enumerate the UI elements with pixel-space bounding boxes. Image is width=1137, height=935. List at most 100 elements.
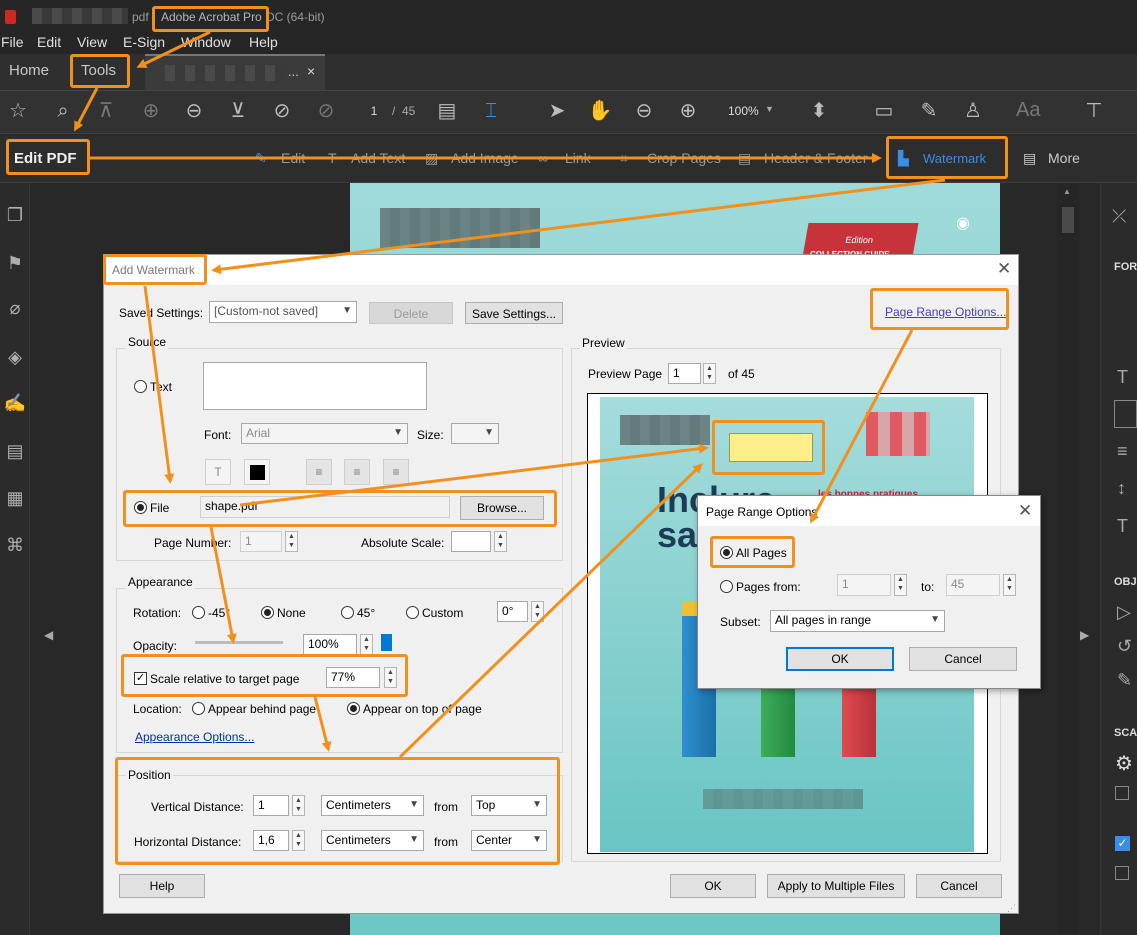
star-icon[interactable]: ☆ [5, 98, 31, 124]
text-format-button[interactable]: T [205, 459, 231, 485]
more-icon[interactable]: ▤ [1023, 150, 1036, 167]
location-top-radio[interactable] [347, 702, 360, 715]
select-cursor-icon[interactable]: ➤ [544, 98, 570, 124]
add-image-icon[interactable]: ▨ [425, 150, 438, 167]
settings-gear-icon[interactable]: ⚙ [1115, 751, 1133, 776]
link-button[interactable]: Link [565, 150, 591, 166]
pages-panel-icon[interactable]: ❐ [0, 205, 30, 226]
subset-select[interactable]: All pages in range ▼ [770, 610, 945, 632]
collapse-right-icon[interactable]: ▶ [1080, 628, 1089, 642]
tags-icon[interactable]: ⌘ [0, 535, 30, 556]
rotation-spinner[interactable]: ▲ ▼ [531, 601, 544, 622]
zoom-dropdown-icon[interactable]: ▼ [765, 104, 774, 114]
text-size-icon[interactable]: Aa [1016, 99, 1040, 122]
tab-home[interactable]: Home [9, 54, 49, 90]
content-panel-icon[interactable]: ▦ [0, 488, 30, 509]
saved-settings-select[interactable]: [Custom-not saved] ▼ [209, 301, 357, 323]
text-radio[interactable] [134, 380, 147, 393]
rotate-icon[interactable]: ↺ [1117, 636, 1132, 657]
pages-from-field[interactable]: 1 [837, 574, 891, 596]
header-footer-icon[interactable]: ▤ [738, 150, 751, 167]
align-left-button[interactable]: ≡ [306, 459, 332, 485]
next-page-icon[interactable]: ⊖ [181, 98, 207, 124]
rotation-custom-field[interactable]: 0° [497, 601, 528, 622]
zoom-out-icon[interactable]: ⊖ [631, 98, 657, 124]
opacity-slider-thumb[interactable] [381, 634, 392, 651]
text-recognition-icon[interactable]: ⊤ [1081, 98, 1107, 124]
back-icon[interactable]: ⊘ [269, 98, 295, 124]
right-checkbox-empty[interactable] [1115, 786, 1129, 800]
close-pane-icon[interactable]: ⤫ [1112, 206, 1126, 227]
scroll-mode-icon[interactable]: ⬍ [806, 98, 832, 124]
page-number-field[interactable]: 1 [240, 531, 282, 552]
comment-icon[interactable]: ▭ [871, 98, 897, 124]
size-select[interactable]: ▼ [451, 423, 499, 444]
vertical-scrollbar[interactable]: ▲ [1058, 183, 1078, 935]
pages-from-spinner[interactable]: ▲ ▼ [894, 574, 907, 596]
apply-multiple-files-button[interactable]: Apply to Multiple Files [767, 874, 905, 898]
page-number-spinner[interactable]: ▲ ▼ [285, 531, 298, 552]
first-page-icon[interactable]: ⊼ [93, 98, 119, 124]
opacity-spinner[interactable]: ▲ ▼ [360, 634, 373, 655]
page-number-input[interactable]: 1 [360, 104, 388, 118]
watermark-text-area[interactable] [203, 362, 427, 410]
find-icon[interactable]: ⌕ [50, 98, 76, 124]
opacity-field[interactable]: 100% [303, 634, 357, 655]
page-range-ok-button[interactable]: OK [786, 647, 894, 671]
bullet-list-icon[interactable] [1114, 400, 1137, 428]
dialog-close-icon[interactable]: ✕ [997, 259, 1011, 279]
page-thumbnail-icon[interactable]: ▤ [434, 98, 460, 124]
text-color-button[interactable] [244, 459, 270, 485]
last-page-icon[interactable]: ⊻ [225, 98, 251, 124]
add-text-button[interactable]: Add Text [351, 150, 405, 166]
header-footer-button[interactable]: Header & Footer [764, 150, 868, 166]
zoom-in-icon[interactable]: ⊕ [675, 98, 701, 124]
opacity-slider-track[interactable] [195, 641, 283, 644]
stamp-icon[interactable]: ♙ [960, 98, 986, 124]
scroll-thumb[interactable] [1062, 207, 1074, 233]
scroll-up-icon[interactable]: ▲ [1063, 187, 1071, 196]
add-text-icon[interactable]: T [328, 150, 337, 166]
rotation-none-radio[interactable] [261, 606, 274, 619]
save-settings-button[interactable]: Save Settings... [465, 302, 563, 324]
line-spacing-icon[interactable]: ↕ [1117, 478, 1126, 499]
more-button[interactable]: More [1048, 150, 1080, 166]
absolute-scale-spinner[interactable]: ▲ ▼ [494, 531, 507, 552]
menu-view[interactable]: View [77, 34, 107, 50]
help-button[interactable]: Help [119, 874, 205, 898]
page-range-close-icon[interactable]: ✕ [1018, 501, 1032, 521]
align-center-button[interactable]: ≡ [344, 459, 370, 485]
menu-file[interactable]: File [1, 34, 24, 50]
forward-icon[interactable]: ⊘ [313, 98, 339, 124]
align-right-button[interactable]: ≡ [383, 459, 409, 485]
cancel-button[interactable]: Cancel [916, 874, 1002, 898]
flip-icon[interactable]: ▷ [1117, 602, 1131, 623]
delete-button[interactable]: Delete [369, 302, 453, 324]
preview-page-field[interactable]: 1 [668, 363, 701, 384]
menu-esign[interactable]: E-Sign [123, 34, 165, 50]
collapse-left-icon[interactable]: ◀ [44, 628, 53, 642]
menu-window[interactable]: Window [181, 34, 231, 50]
rotation-minus45-radio[interactable] [192, 606, 205, 619]
edit-button[interactable]: Edit [281, 150, 305, 166]
close-tab-icon[interactable]: × [307, 63, 315, 79]
pages-to-spinner[interactable]: ▲ ▼ [1003, 574, 1016, 596]
resize-grip-icon[interactable]: ⋰ [1007, 903, 1016, 914]
menu-edit[interactable]: Edit [37, 34, 61, 50]
hand-tool-icon[interactable]: ✋ [587, 98, 613, 124]
bookmarks-icon[interactable]: ⚑ [0, 253, 30, 274]
right-checkbox-checked[interactable]: ✓ [1115, 836, 1130, 851]
appearance-options-link[interactable]: Appearance Options... [135, 730, 254, 744]
character-spacing-icon[interactable]: T [1117, 516, 1128, 537]
pages-from-radio[interactable] [720, 580, 733, 593]
page-range-cancel-button[interactable]: Cancel [909, 647, 1017, 671]
ok-button[interactable]: OK [670, 874, 756, 898]
rotation-45-radio[interactable] [341, 606, 354, 619]
crop-object-icon[interactable]: ✎ [1117, 670, 1132, 691]
edit-text-icon[interactable]: ✎ [255, 150, 267, 167]
highlight-pen-icon[interactable]: ✎ [916, 98, 942, 124]
add-image-button[interactable]: Add Image [451, 150, 519, 166]
signatures-icon[interactable]: ✍ [0, 393, 30, 414]
link-icon[interactable]: ∞ [538, 150, 548, 166]
menu-help[interactable]: Help [249, 34, 278, 50]
